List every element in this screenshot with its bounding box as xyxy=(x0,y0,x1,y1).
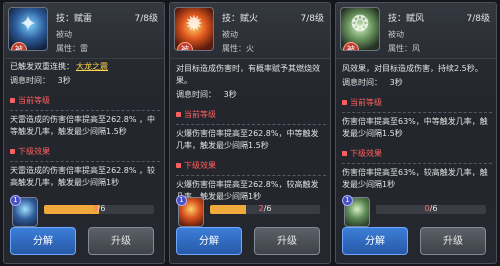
skill-attribute: 属性：风 xyxy=(388,44,420,53)
card-body: 对目标造成伤害时，有概率赋予其燃烧效果。 调息时间： 3秒 当前等级 火爆伤害倍… xyxy=(176,61,326,203)
skill-card-thunder: ✦ 被动 技：赋雷 7/8级 被动 属性：雷 已触发双重连携：大龙之震 调息时间… xyxy=(3,2,165,264)
current-level-header: 当前等级 xyxy=(10,95,160,107)
passive-badge: 被动 xyxy=(11,42,27,50)
upgrade-button[interactable]: 升级 xyxy=(420,227,486,255)
combo-link[interactable]: 大龙之震 xyxy=(76,61,108,73)
card-body: 已触发双重连携： 大龙之震 调息时间： 3秒 当前等级 天雷造成的伤害倍率提高至2… xyxy=(10,61,160,189)
cooldown-row: 调息时间： 3秒 xyxy=(342,78,403,87)
skill-level: 7/8级 xyxy=(466,14,491,24)
section-dot-icon xyxy=(176,112,181,117)
upgrade-button[interactable]: 升级 xyxy=(254,227,320,255)
upgrade-progress-bar: 3/6 xyxy=(44,205,154,214)
fire-spirit-icon[interactable]: ✹ 被动 xyxy=(174,7,214,51)
next-level-header: 下级效果 xyxy=(10,146,160,158)
skill-attribute: 属性：火 xyxy=(222,44,254,53)
decompose-button[interactable]: 分解 xyxy=(10,227,76,255)
passive-badge: 被动 xyxy=(343,42,359,50)
section-dot-icon xyxy=(10,98,15,103)
progress-text: 0/6 xyxy=(424,205,438,213)
skill-type: 被动 xyxy=(56,30,72,39)
next-level-text: 天雷造成的伤害倍率提高至262.8% ，较高触发几率，触发最少间隔1秒 xyxy=(10,161,160,189)
current-level-text: 火爆伤害倍率提高至262.8%，中等触发几率，触发最少间隔1.5秒 xyxy=(176,124,326,152)
next-level-header: 下级效果 xyxy=(342,148,492,160)
current-level-header: 当前等级 xyxy=(176,109,326,121)
skill-name: 技：赋雷 xyxy=(56,14,93,24)
condition-text: 对目标造成伤害时，有概率赋予其燃烧效果。 xyxy=(176,64,320,85)
decompose-button[interactable]: 分解 xyxy=(342,227,408,255)
condition-text: 已触发双重连携： 大龙之震 xyxy=(10,61,108,73)
lightning-spirit-icon[interactable]: ✦ 被动 xyxy=(8,7,48,51)
current-level-header: 当前等级 xyxy=(342,97,492,109)
cooldown-row: 调息时间： 3秒 xyxy=(10,76,71,85)
card-header: ❂ 被动 技：赋风 7/8级 被动 属性：风 xyxy=(336,3,496,59)
upgrade-progress-bar: 0/6 xyxy=(376,205,486,214)
card-footer: 1 0/6 分解 升级 xyxy=(336,195,496,263)
skill-cards-panel: ✦ 被动 技：赋雷 7/8级 被动 属性：雷 已触发双重连携：大龙之震 调息时间… xyxy=(0,0,500,266)
cooldown-row: 调息时间： 3秒 xyxy=(176,90,237,99)
skill-attribute: 属性：雷 xyxy=(56,44,88,53)
decompose-button[interactable]: 分解 xyxy=(176,227,242,255)
progress-text: 3/6 xyxy=(92,205,106,213)
wind-spirit-icon[interactable]: ❂ 被动 xyxy=(340,7,380,51)
card-header: ✹ 被动 技：赋火 7/8级 被动 属性：火 xyxy=(170,3,330,59)
current-level-text: 伤害倍率提高至63%，中等触发几率，触发最少间隔1.5秒 xyxy=(342,112,492,140)
section-dot-icon xyxy=(10,149,15,154)
skill-type: 被动 xyxy=(388,30,404,39)
skill-name: 技：赋风 xyxy=(388,14,425,24)
passive-badge: 被动 xyxy=(177,42,193,50)
section-dot-icon xyxy=(342,151,347,156)
progress-text: 2/6 xyxy=(258,205,272,213)
card-footer: 1 3/6 分解 升级 xyxy=(4,195,164,263)
gem-count-badge: 1 xyxy=(176,195,187,206)
upgrade-button[interactable]: 升级 xyxy=(88,227,154,255)
skill-card-fire: ✹ 被动 技：赋火 7/8级 被动 属性：火 对目标造成伤害时，有概率赋予其燃烧… xyxy=(169,2,331,264)
material-gem-icon[interactable]: 1 xyxy=(176,195,204,227)
next-level-text: 伤害倍率提高至63%，较高触发几率，触发最少间隔1秒 xyxy=(342,163,492,191)
gem-count-badge: 1 xyxy=(342,195,353,206)
card-header: ✦ 被动 技：赋雷 7/8级 被动 属性：雷 xyxy=(4,3,164,59)
card-body: 风效果，对目标造成伤害，持续2.5秒。 调息时间： 3秒 当前等级 伤害倍率提高… xyxy=(342,61,492,191)
material-gem-icon[interactable]: 1 xyxy=(10,195,38,227)
gem-count-badge: 1 xyxy=(10,195,21,206)
skill-type: 被动 xyxy=(222,30,238,39)
skill-name: 技：赋火 xyxy=(222,14,259,24)
card-footer: 1 2/6 分解 升级 xyxy=(170,195,330,263)
section-dot-icon xyxy=(176,163,181,168)
next-level-header: 下级效果 xyxy=(176,160,326,172)
skill-level: 7/8级 xyxy=(134,14,159,24)
skill-level: 7/8级 xyxy=(300,14,325,24)
condition-text: 风效果，对目标造成伤害，持续2.5秒。 xyxy=(342,64,483,73)
section-dot-icon xyxy=(342,100,347,105)
material-gem-icon[interactable]: 1 xyxy=(342,195,370,227)
skill-card-wind: ❂ 被动 技：赋风 7/8级 被动 属性：风 风效果，对目标造成伤害，持续2.5… xyxy=(335,2,497,264)
current-level-text: 天雷造成的伤害倍率提高至262.8% ，中等触发几率，触发最少间隔1.5秒 xyxy=(10,110,160,138)
upgrade-progress-bar: 2/6 xyxy=(210,205,320,214)
